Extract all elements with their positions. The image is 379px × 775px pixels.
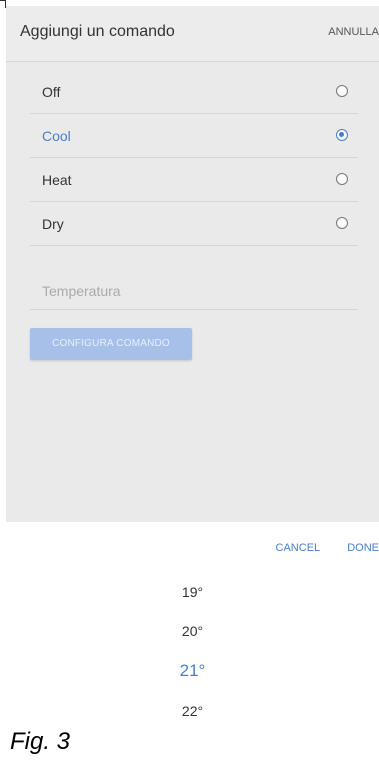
temperature-field[interactable]: Temperatura [30,266,358,310]
figure-caption: Fig. 3 [10,728,71,755]
picker-done-button[interactable]: DONE [347,542,379,554]
picker-actions: CANCEL DONE [276,542,379,554]
radio-off[interactable] [336,85,348,97]
radio-dry[interactable] [336,217,348,229]
configure-command-button[interactable]: CONFIGURA COMANDO [30,328,192,360]
picker-option-20[interactable]: 20° [6,623,379,639]
picker-option-19[interactable]: 19° [6,584,379,600]
picker-option-21[interactable]: 21° [6,661,379,681]
option-cool-label: Cool [42,128,71,144]
option-cool[interactable]: Cool [30,114,358,158]
option-off-label: Off [42,84,61,100]
option-heat[interactable]: Heat [30,158,358,202]
dialog-header: Aggiungi un comando ANNULLA [6,6,379,62]
annulla-button[interactable]: ANNULLA [328,26,379,38]
phone-screen: Aggiungi un comando ANNULLA Off Cool Hea… [6,6,379,726]
option-off[interactable]: Off [30,70,358,114]
dialog-title: Aggiungi un comando [20,23,175,40]
radio-heat[interactable] [336,173,348,185]
dialog-body: Off Cool Heat Dry Temperatura CONFIGURA … [6,62,379,522]
picker-option-22[interactable]: 22° [6,703,379,719]
configure-command-label: CONFIGURA COMANDO [52,338,170,349]
temperature-picker: CANCEL DONE 19° 20° 21° 22° [6,522,379,726]
option-dry[interactable]: Dry [30,202,358,246]
radio-cool[interactable] [336,129,348,141]
picker-cancel-button[interactable]: CANCEL [276,542,321,554]
option-dry-label: Dry [42,216,64,232]
option-heat-label: Heat [42,172,72,188]
temperature-placeholder: Temperatura [42,283,121,299]
